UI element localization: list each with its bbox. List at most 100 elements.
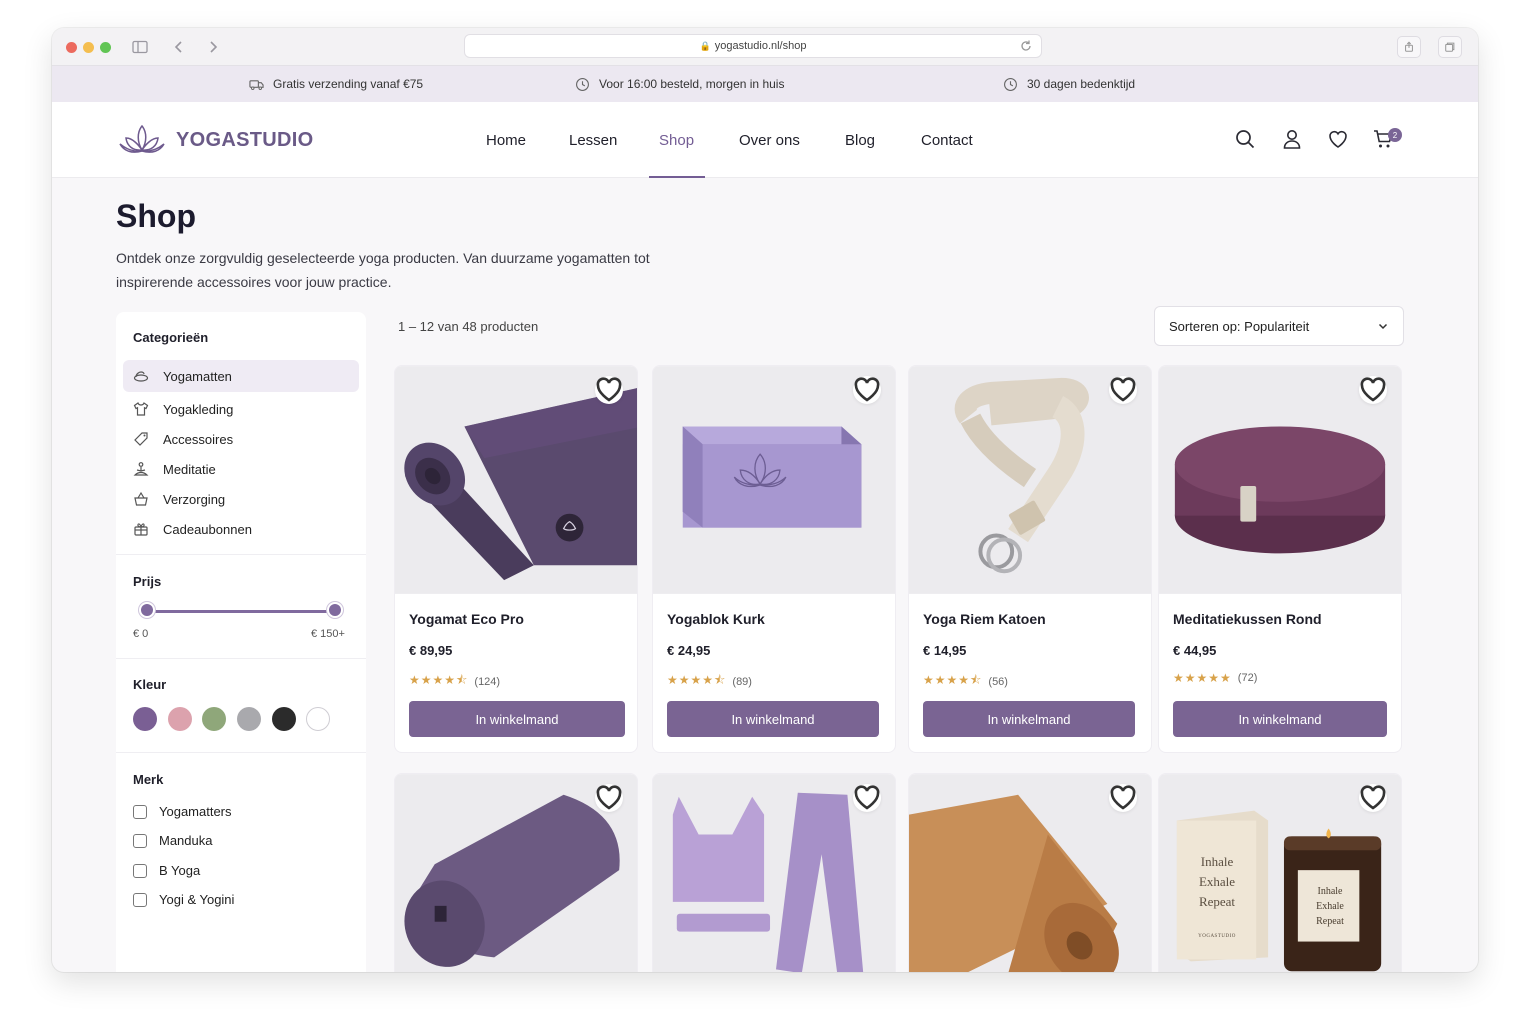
product-name[interactable]: Yoga Riem Katoen bbox=[923, 611, 1046, 627]
product-image-yogamat[interactable] bbox=[395, 366, 637, 594]
account-icon[interactable] bbox=[1281, 128, 1303, 150]
color-swatch-black[interactable] bbox=[272, 707, 296, 731]
product-card[interactable] bbox=[652, 773, 896, 972]
color-swatch-green[interactable] bbox=[202, 707, 226, 731]
category-yogakleding[interactable]: Yogakleding bbox=[123, 393, 359, 425]
promo-item-delivery: Voor 16:00 besteld, morgen in huis bbox=[575, 66, 784, 102]
product-name[interactable]: Yogamat Eco Pro bbox=[409, 611, 524, 627]
search-icon[interactable] bbox=[1234, 128, 1256, 150]
brand-filter-yogamatters[interactable]: Yogamatters bbox=[133, 804, 232, 819]
nav-blog[interactable]: Blog bbox=[845, 102, 875, 178]
reload-icon[interactable] bbox=[1019, 39, 1033, 53]
brand-checkbox[interactable] bbox=[133, 833, 147, 848]
add-to-cart-button[interactable]: In winkelmand bbox=[667, 701, 879, 737]
product-card[interactable] bbox=[908, 773, 1152, 972]
price-range-min-handle[interactable] bbox=[141, 604, 153, 616]
brand-checkbox[interactable] bbox=[133, 892, 147, 907]
add-to-cart-button[interactable]: In winkelmand bbox=[409, 701, 625, 737]
nav-over-ons[interactable]: Over ons bbox=[739, 102, 800, 178]
category-yogamatten[interactable]: Yogamatten bbox=[123, 360, 359, 392]
color-swatch-purple[interactable] bbox=[133, 707, 157, 731]
nav-lessen[interactable]: Lessen bbox=[569, 102, 617, 178]
minimize-window-button[interactable] bbox=[83, 42, 94, 53]
wishlist-icon[interactable] bbox=[1327, 128, 1349, 150]
close-window-button[interactable] bbox=[66, 42, 77, 53]
product-price: € 24,95 bbox=[667, 643, 711, 658]
nav-active-underline bbox=[649, 176, 705, 178]
share-button[interactable] bbox=[1397, 36, 1421, 58]
tabs-overview-button[interactable] bbox=[1438, 36, 1462, 58]
wishlist-button[interactable] bbox=[1359, 784, 1387, 812]
forward-icon[interactable] bbox=[204, 38, 222, 56]
brand-filter-b-yoga[interactable]: B Yoga bbox=[133, 863, 200, 878]
review-count: (72) bbox=[1237, 672, 1258, 684]
product-image-yogablok[interactable] bbox=[653, 366, 895, 594]
categories-title: Categorieën bbox=[133, 330, 209, 345]
nav-shop[interactable]: Shop bbox=[659, 102, 694, 178]
brand-checkbox[interactable] bbox=[133, 863, 147, 878]
add-to-cart-button[interactable]: In winkelmand bbox=[923, 701, 1135, 737]
site-header: YOGASTUDIO Home Lessen Shop Over ons Blo… bbox=[52, 102, 1478, 178]
chevron-down-icon bbox=[1378, 323, 1388, 330]
results-count: 1 – 12 van 48 producten bbox=[398, 319, 539, 334]
wishlist-button[interactable] bbox=[595, 784, 623, 812]
product-image-bolster[interactable] bbox=[395, 774, 637, 972]
product-image-kurkmat[interactable] bbox=[909, 774, 1151, 972]
brand-filter-yogi-yogini[interactable]: Yogi & Yogini bbox=[133, 892, 234, 907]
wishlist-button[interactable] bbox=[595, 376, 623, 404]
product-card[interactable]: Inhale Exhale Repeat YOGASTUDIO Inhale E… bbox=[1158, 773, 1402, 972]
nav-contact[interactable]: Contact bbox=[921, 102, 973, 178]
brand-checkbox[interactable] bbox=[133, 804, 147, 819]
product-card[interactable]: Yogamat Eco Pro € 89,95 ★★★★⯪ (124) In wi… bbox=[394, 365, 638, 753]
back-icon[interactable] bbox=[170, 38, 188, 56]
product-name[interactable]: Meditatiekussen Rond bbox=[1173, 611, 1322, 627]
price-range-track[interactable] bbox=[147, 610, 335, 613]
category-meditatie[interactable]: Meditatie bbox=[123, 453, 359, 485]
heart-icon bbox=[854, 785, 880, 810]
category-label: Yogamatten bbox=[163, 368, 232, 384]
product-card[interactable]: Yoga Riem Katoen € 14,95 ★★★★⯪ (56) In wi… bbox=[908, 365, 1152, 753]
color-swatch-white[interactable] bbox=[306, 707, 330, 731]
product-image-kaars[interactable]: Inhale Exhale Repeat YOGASTUDIO Inhale E… bbox=[1159, 774, 1401, 972]
product-image-yogariem[interactable] bbox=[909, 366, 1151, 594]
product-card[interactable]: Meditatiekussen Rond € 44,95 ★★★★★ (72) I… bbox=[1158, 365, 1402, 753]
wishlist-button[interactable] bbox=[1109, 376, 1137, 404]
price-max-label: € 150+ bbox=[311, 628, 345, 640]
color-swatch-pink[interactable] bbox=[168, 707, 192, 731]
gift-icon bbox=[134, 523, 148, 536]
product-rating: ★★★★⯪ (56) bbox=[923, 671, 1008, 692]
product-image-meditatiekussen[interactable] bbox=[1159, 366, 1401, 594]
heart-icon bbox=[1360, 377, 1386, 402]
category-accessoires[interactable]: Accessoires bbox=[123, 423, 359, 455]
category-verzorging[interactable]: Verzorging bbox=[123, 483, 359, 515]
maximize-window-button[interactable] bbox=[100, 42, 111, 53]
sidebar-divider bbox=[116, 554, 366, 555]
heart-icon bbox=[596, 377, 622, 402]
sidebar-toggle-icon[interactable] bbox=[131, 38, 149, 56]
product-card[interactable] bbox=[394, 773, 638, 972]
nav-home[interactable]: Home bbox=[486, 102, 526, 178]
brand-label: Manduka bbox=[159, 833, 213, 848]
wishlist-button[interactable] bbox=[1109, 784, 1137, 812]
product-name[interactable]: Yogablok Kurk bbox=[667, 611, 765, 627]
product-card[interactable]: Yogablok Kurk € 24,95 ★★★★⯪ (89) In winke… bbox=[652, 365, 896, 753]
product-image-yogaset[interactable] bbox=[653, 774, 895, 972]
truck-icon bbox=[249, 79, 264, 90]
meditation-icon bbox=[133, 462, 149, 476]
price-range-max-handle[interactable] bbox=[329, 604, 341, 616]
wishlist-button[interactable] bbox=[853, 376, 881, 404]
brand-label: Yogi & Yogini bbox=[159, 892, 235, 907]
brand-filter-manduka[interactable]: Manduka bbox=[133, 833, 212, 848]
product-price: € 89,95 bbox=[409, 643, 453, 658]
color-swatch-grey[interactable] bbox=[237, 707, 261, 731]
category-label: Accessoires bbox=[163, 431, 234, 447]
site-logo[interactable]: YOGASTUDIO bbox=[116, 120, 313, 160]
wishlist-button[interactable] bbox=[853, 784, 881, 812]
sort-select[interactable]: Sorteren op: Populariteit bbox=[1154, 306, 1404, 346]
category-cadeaubonnen[interactable]: Cadeaubonnen bbox=[123, 513, 359, 545]
rating-stars: ★★★★⯪ bbox=[667, 673, 727, 687]
wishlist-button[interactable] bbox=[1359, 376, 1387, 404]
tag-icon bbox=[134, 432, 148, 446]
address-bar[interactable]: 🔒 yogastudio.nl/shop bbox=[464, 34, 1042, 58]
add-to-cart-button[interactable]: In winkelmand bbox=[1173, 701, 1387, 737]
